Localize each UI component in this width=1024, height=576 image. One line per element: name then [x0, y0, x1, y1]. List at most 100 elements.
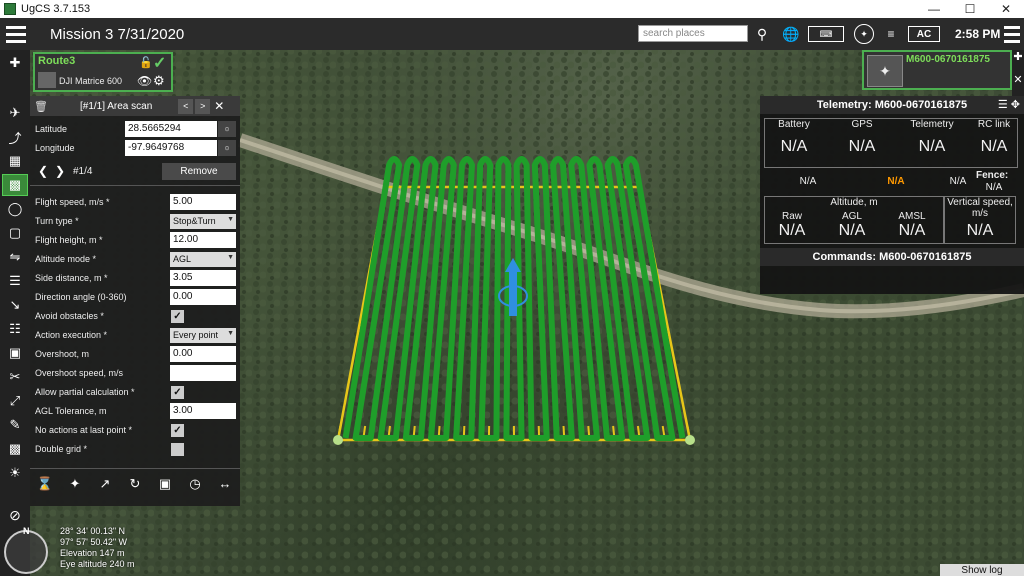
change-yaw-icon[interactable]: ↗: [95, 476, 115, 492]
telemetry-cell: Telemetry N/A: [902, 119, 962, 156]
prev-point-icon[interactable]: ❮: [38, 164, 48, 178]
next-point-icon[interactable]: ❯: [55, 164, 65, 178]
param-checkbox[interactable]: ✓: [171, 423, 184, 437]
next-segment-button[interactable]: >: [195, 98, 211, 114]
param-input[interactable]: 3.05: [170, 270, 236, 286]
param-input[interactable]: 5.00: [170, 194, 236, 210]
no-fly-zone-icon[interactable]: ▩: [2, 438, 28, 460]
gps-value: N/A: [848, 138, 876, 155]
photogrammetry-icon[interactable]: ▦: [2, 150, 28, 172]
signal-icon[interactable]: ≡: [882, 24, 900, 44]
keyboard-icon[interactable]: ⌨: [808, 26, 844, 42]
gear-icon[interactable]: ⚙: [153, 73, 165, 89]
eye-icon[interactable]: 👁: [137, 74, 152, 88]
window-title: UgCS 3.7.153: [21, 3, 91, 15]
param-input[interactable]: 0.00: [170, 346, 236, 362]
ac-badge[interactable]: AC: [908, 26, 940, 42]
landing-icon[interactable]: ↘: [2, 294, 28, 316]
param-checkbox[interactable]: ✓: [171, 309, 184, 323]
param-input[interactable]: 3.00: [170, 403, 236, 419]
drone-card[interactable]: ✦ M600-0670161875: [862, 50, 1012, 90]
zoom-extent-icon[interactable]: ⤢: [2, 390, 28, 412]
telemetry-label: Telemetry: [910, 119, 954, 130]
camera-by-time-icon[interactable]: ◷: [185, 476, 205, 492]
add-drone-icon[interactable]: ✚: [1012, 50, 1024, 63]
param-select[interactable]: Stop&Turn: [170, 213, 236, 229]
spiral-icon[interactable]: ▣: [2, 342, 28, 364]
main-menu-icon[interactable]: [0, 18, 32, 50]
lock-icon[interactable]: 🔓: [139, 56, 153, 69]
search-input[interactable]: search places: [638, 25, 748, 42]
compass[interactable]: [4, 530, 48, 574]
ads-b-icon[interactable]: ✦: [854, 24, 874, 44]
show-log-button[interactable]: Show log: [940, 564, 1024, 576]
param-label: Overshoot, m: [35, 349, 90, 359]
camera-control-icon[interactable]: ▣: [155, 476, 175, 492]
check-icon[interactable]: ✓: [153, 53, 166, 73]
camera-by-distance-icon[interactable]: ↔: [215, 476, 235, 491]
takeoff-icon[interactable]: ✈: [2, 102, 28, 124]
area-scan-icon[interactable]: ▩: [2, 174, 28, 196]
battery-cell: Battery N/A: [764, 119, 824, 156]
circle-icon[interactable]: ◯: [2, 198, 28, 220]
param-label: Turn type *: [35, 216, 79, 226]
param-label: Overshoot speed, m/s: [35, 368, 124, 378]
remove-button[interactable]: Remove: [162, 163, 236, 180]
pipe-scan-icon[interactable]: ☷: [2, 318, 28, 340]
raw-label: Raw: [781, 211, 802, 222]
waypoint-index: #1/4: [73, 166, 93, 177]
gps-label: GPS: [851, 119, 873, 130]
right-menu-icon[interactable]: [1000, 18, 1024, 50]
param-row: Overshoot speed, m/s: [30, 364, 240, 382]
globe-icon[interactable]: 🌐: [782, 24, 800, 44]
param-input[interactable]: 0.00: [170, 289, 236, 305]
telemetry-title: Telemetry: M600-0670161875: [760, 96, 1024, 114]
corridor-icon[interactable]: ⇋: [2, 246, 28, 268]
param-label: Allow partial calculation *: [35, 387, 135, 397]
param-input[interactable]: 12.00: [170, 232, 236, 248]
perimeter-icon[interactable]: ▢: [2, 222, 28, 244]
drone-settings-icon[interactable]: ✕: [1012, 73, 1024, 86]
longitude-field[interactable]: -97.9649768: [125, 140, 217, 156]
rc-link-label: RC link: [977, 119, 1011, 130]
sun-icon[interactable]: ☀: [2, 462, 28, 484]
maximize-button[interactable]: ☐: [952, 0, 988, 18]
close-window-button[interactable]: ✕: [988, 0, 1024, 18]
scan-panel-header: 🗑 [#1/1] Area scan < > ✕: [30, 96, 240, 116]
camera-attitude-icon[interactable]: ↻: [125, 476, 145, 492]
poi-icon[interactable]: ✦: [65, 476, 85, 492]
window-title-bar: UgCS 3.7.153 — ☐ ✕: [0, 0, 1024, 18]
add-route-icon[interactable]: ✚: [2, 52, 28, 74]
drone-icon: ✦: [867, 55, 903, 87]
minimize-button[interactable]: —: [916, 0, 952, 18]
telemetry-menu-icon[interactable]: ☰ ✥: [998, 98, 1020, 111]
latitude-field[interactable]: 28.5665294: [125, 121, 217, 137]
param-select[interactable]: AGL: [170, 251, 236, 267]
vertical-scan-icon[interactable]: ☰: [2, 270, 28, 292]
drone-thumbnail: [38, 72, 56, 88]
rc-link-value: N/A: [980, 138, 1008, 155]
prev-segment-button[interactable]: <: [178, 98, 194, 114]
param-checkbox[interactable]: ✓: [171, 385, 184, 399]
gps-cell: GPS N/A: [832, 119, 892, 156]
param-label: AGL Tolerance, m: [35, 406, 107, 416]
search-icon[interactable]: ⚲: [754, 24, 770, 44]
param-select[interactable]: Every point: [170, 327, 236, 343]
param-row: Direction angle (0-360) 0.00: [30, 288, 240, 306]
trash-icon[interactable]: 🗑: [34, 100, 50, 113]
gps-icon[interactable]: ⊙: [218, 140, 236, 156]
gps-icon[interactable]: ⊙: [218, 121, 236, 137]
ruler-icon[interactable]: ✎: [2, 414, 28, 436]
battery-value: N/A: [780, 138, 808, 155]
wait-icon[interactable]: ⌛: [35, 476, 55, 492]
param-input[interactable]: [170, 365, 236, 381]
agl-cell: AGL N/A: [824, 211, 880, 240]
area-scan-panel: 🗑 [#1/1] Area scan < > ✕ Latitude 28.566…: [30, 96, 240, 506]
waypoint-icon[interactable]: ⤴: [2, 126, 28, 148]
fence-value: N/A: [985, 182, 1003, 193]
amsl-label: AMSL: [898, 211, 926, 222]
param-checkbox[interactable]: [171, 442, 184, 456]
route-card[interactable]: Route3 🔓 ✓ DJI Matrice 600 👁 ⚙: [33, 52, 173, 92]
close-icon[interactable]: ✕: [214, 99, 224, 113]
tools-icon[interactable]: ✂: [2, 366, 28, 388]
